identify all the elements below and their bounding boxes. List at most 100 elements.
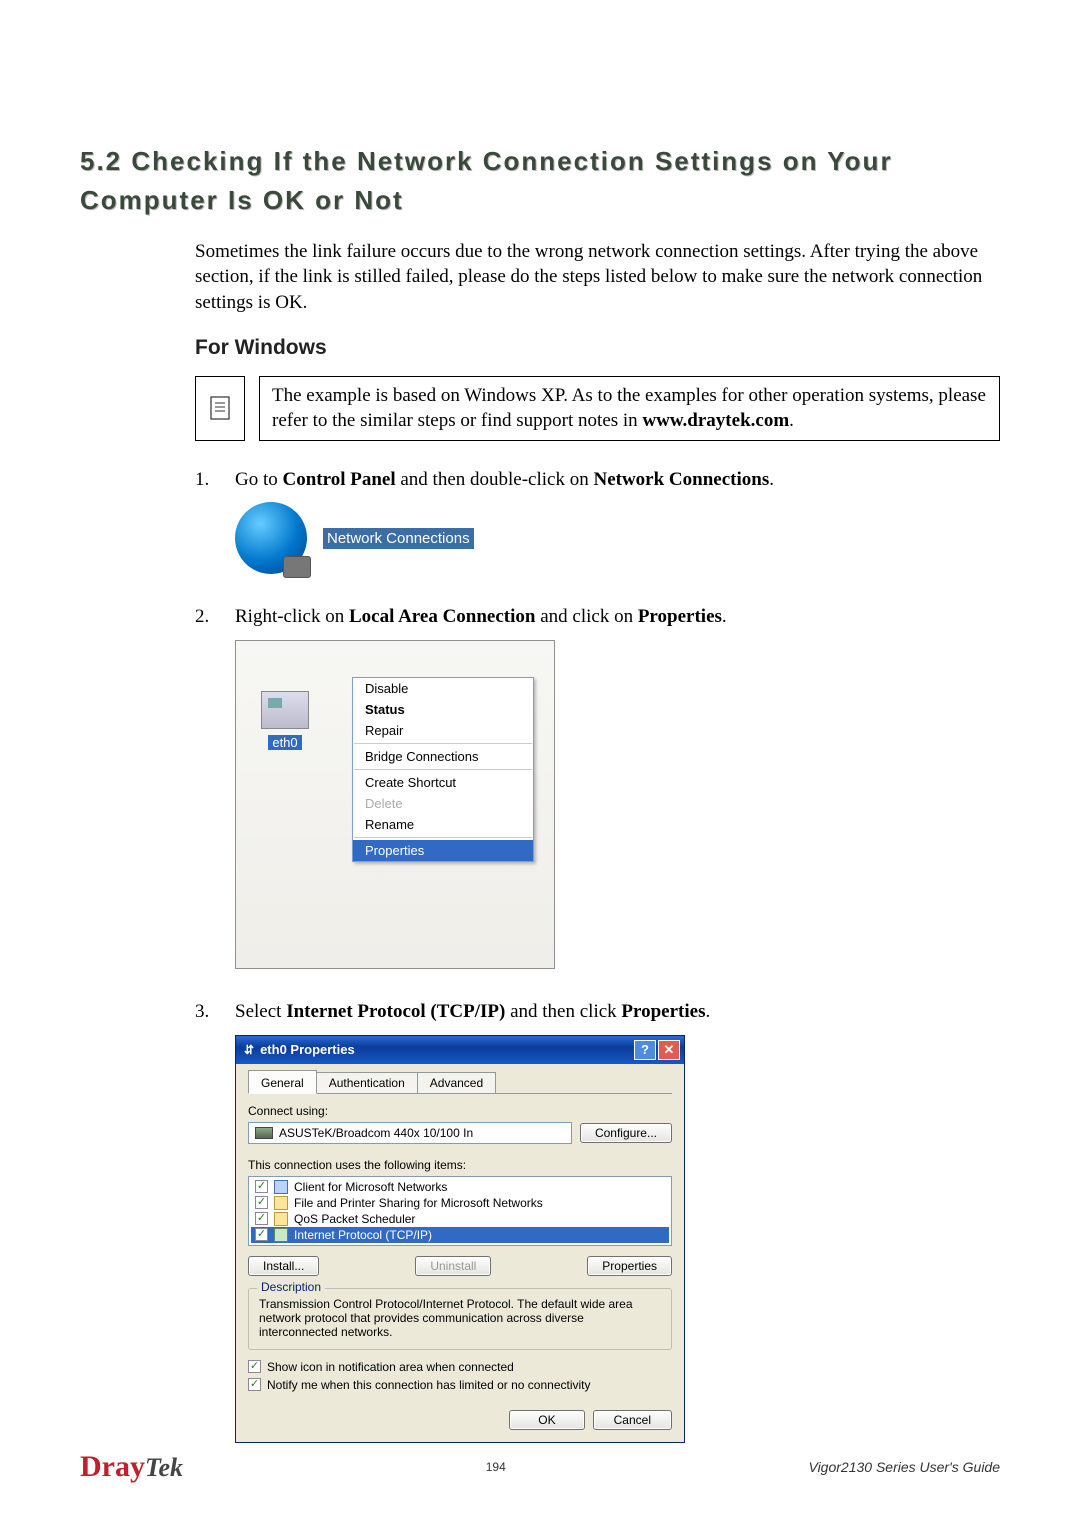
properties-dialog: ⇵ eth0 Properties ? ✕ General Authentica… [235,1035,685,1443]
network-connections-label: Network Connections [323,528,474,549]
page-number: 194 [183,1460,808,1474]
note-text-b: . [789,410,794,431]
help-button[interactable]: ? [634,1040,656,1060]
close-button[interactable]: ✕ [658,1040,680,1060]
intro-paragraph: Sometimes the link failure occurs due to… [195,239,1000,316]
ctx-create-shortcut[interactable]: Create Shortcut [353,772,533,793]
step-1-number: 1. [195,467,235,493]
ok-button[interactable]: OK [509,1410,584,1430]
s1e: . [769,469,774,490]
description-group: Description Transmission Control Protoco… [248,1288,672,1350]
s2a: Right-click on [235,606,349,627]
adapter-name: ASUSTeK/Broadcom 440x 10/100 In [279,1126,473,1140]
s3d: Properties [621,1001,705,1022]
ctx-properties[interactable]: Properties [353,840,533,861]
adapter-icon [255,1127,273,1139]
show-icon-label: Show icon in notification area when conn… [267,1360,514,1374]
check-icon[interactable]: ✓ [255,1196,268,1209]
show-icon-checkbox[interactable]: ✓ Show icon in notification area when co… [248,1360,672,1374]
notify-checkbox[interactable]: ✓ Notify me when this connection has lim… [248,1378,672,1392]
ctx-rename[interactable]: Rename [353,814,533,835]
ctx-repair[interactable]: Repair [353,720,533,741]
qos-icon [274,1212,288,1226]
client-icon [274,1180,288,1194]
s2c: and click on [535,606,637,627]
description-text: Transmission Control Protocol/Internet P… [259,1297,661,1339]
dialog-title: eth0 Properties [260,1042,355,1057]
dialog-titlebar[interactable]: ⇵ eth0 Properties ? ✕ [236,1036,684,1064]
s1c: and then double-click on [396,469,594,490]
tab-advanced[interactable]: Advanced [417,1072,496,1093]
ctx-separator [354,743,532,744]
note-icon [195,376,245,441]
item-client[interactable]: ✓ Client for Microsoft Networks [251,1179,669,1195]
tcpip-icon [274,1228,288,1242]
item-tcpip-label: Internet Protocol (TCP/IP) [294,1228,432,1242]
item-fileprint[interactable]: ✓ File and Printer Sharing for Microsoft… [251,1195,669,1211]
guide-title: Vigor2130 Series User's Guide [808,1459,1000,1475]
items-label: This connection uses the following items… [248,1158,672,1172]
titlebar-icon: ⇵ [244,1043,254,1057]
step-2-number: 2. [195,604,235,630]
brand-tek: Tek [145,1453,183,1482]
item-client-label: Client for Microsoft Networks [294,1180,447,1194]
brand-logo: DrayTek [80,1450,183,1484]
figure-2: eth0 Disable Status Repair Bridge Connec… [235,640,1000,969]
uninstall-button: Uninstall [415,1256,491,1276]
note-callout: The example is based on Windows XP. As t… [195,376,1000,441]
s1d: Network Connections [593,469,769,490]
section-heading: 5.2 Checking If the Network Connection S… [80,142,1000,220]
nic-icon [261,691,309,729]
cancel-button[interactable]: Cancel [593,1410,672,1430]
nic-label: eth0 [268,735,301,750]
ctx-separator [354,769,532,770]
share-icon [274,1196,288,1210]
figure-3: ⇵ eth0 Properties ? ✕ General Authentica… [235,1035,1000,1443]
item-tcpip[interactable]: ✓ Internet Protocol (TCP/IP) [251,1227,669,1243]
step-3: 3. Select Internet Protocol (TCP/IP) and… [195,999,1000,1025]
note-text: The example is based on Windows XP. As t… [259,376,1000,441]
items-listbox[interactable]: ✓ Client for Microsoft Networks ✓ File a… [248,1176,672,1246]
subheading-for-windows: For Windows [195,336,1000,360]
item-qos-label: QoS Packet Scheduler [294,1212,415,1226]
connect-using-label: Connect using: [248,1104,672,1118]
s3e: . [705,1001,710,1022]
item-fileprint-label: File and Printer Sharing for Microsoft N… [294,1196,543,1210]
step-1-body: Go to Control Panel and then double-clic… [235,467,1000,493]
s2e: . [722,606,727,627]
check-icon[interactable]: ✓ [248,1360,261,1373]
ctx-bridge[interactable]: Bridge Connections [353,746,533,767]
tab-authentication[interactable]: Authentication [316,1072,418,1093]
note-site: www.draytek.com [642,410,789,431]
note-text-a: The example is based on Windows XP. As t… [272,385,986,432]
ctx-separator [354,837,532,838]
check-icon[interactable]: ✓ [248,1378,261,1391]
adapter-field: ASUSTeK/Broadcom 440x 10/100 In [248,1122,572,1144]
notify-label: Notify me when this connection has limit… [267,1378,591,1392]
tab-strip: General Authentication Advanced [248,1070,672,1094]
s2b: Local Area Connection [349,606,535,627]
configure-button[interactable]: Configure... [580,1123,672,1143]
ctx-disable[interactable]: Disable [353,678,533,699]
install-button[interactable]: Install... [248,1256,319,1276]
step-3-number: 3. [195,999,235,1025]
description-legend: Description [257,1280,325,1294]
s3b: Internet Protocol (TCP/IP) [286,1001,505,1022]
ctx-delete: Delete [353,793,533,814]
brand-dray: Dray [80,1450,145,1483]
tab-general[interactable]: General [248,1070,317,1094]
properties-button[interactable]: Properties [587,1256,672,1276]
step-1: 1. Go to Control Panel and then double-c… [195,467,1000,493]
step-2: 2. Right-click on Local Area Connection … [195,604,1000,630]
ctx-status[interactable]: Status [353,699,533,720]
s2d: Properties [638,606,722,627]
s3c: and then click [505,1001,621,1022]
check-icon[interactable]: ✓ [255,1212,268,1225]
s1a: Go to [235,469,283,490]
check-icon[interactable]: ✓ [255,1228,268,1241]
item-qos[interactable]: ✓ QoS Packet Scheduler [251,1211,669,1227]
context-menu: Disable Status Repair Bridge Connections… [352,677,534,862]
s1b: Control Panel [283,469,396,490]
check-icon[interactable]: ✓ [255,1180,268,1193]
globe-icon [235,502,307,574]
